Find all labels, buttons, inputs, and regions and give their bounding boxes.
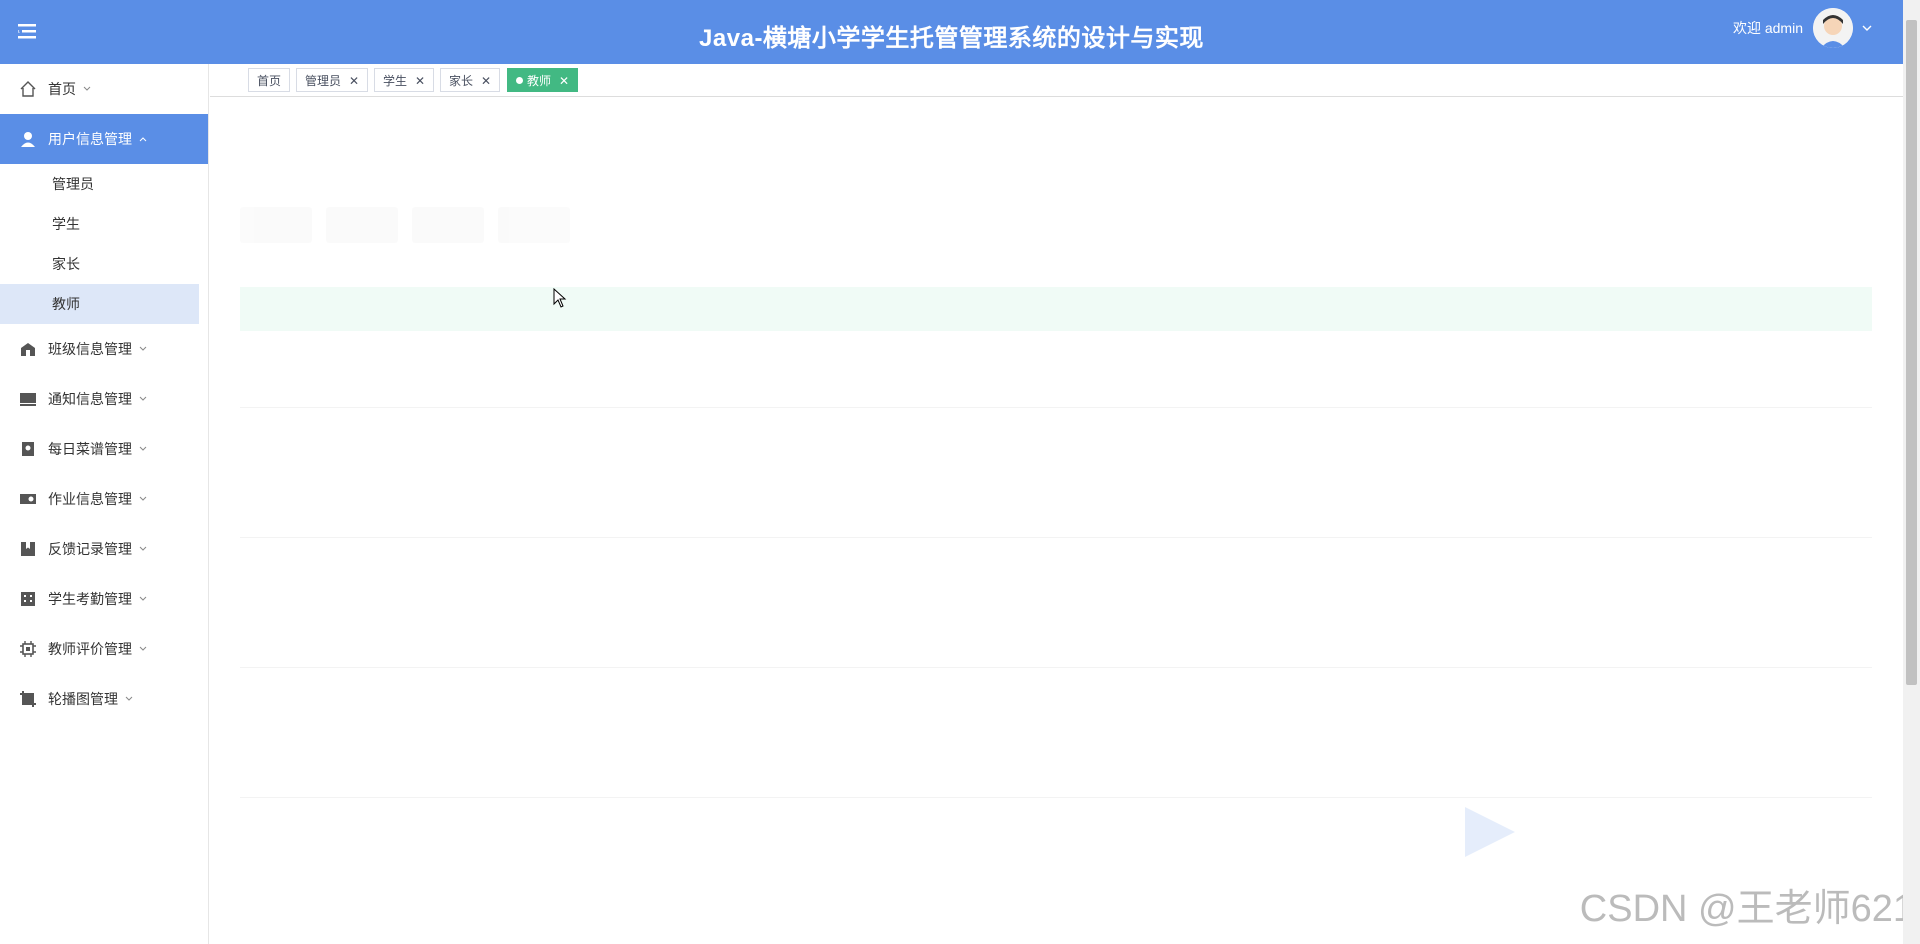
homework-icon: [18, 489, 38, 509]
sidebar-subitem-student[interactable]: 学生: [0, 204, 208, 244]
attendance-icon: [18, 589, 38, 609]
sidebar-subitem-parent[interactable]: 家长: [0, 244, 208, 284]
menu-book-icon: [18, 439, 38, 459]
user-menu[interactable]: 欢迎 admin: [1733, 8, 1873, 48]
loading-logo-icon: [1465, 807, 1515, 857]
sidebar-item-homework[interactable]: 作业信息管理: [0, 474, 208, 524]
tab-teacher[interactable]: 教师 ✕: [507, 68, 579, 92]
close-icon[interactable]: ✕: [415, 74, 425, 88]
mouse-cursor-icon: [553, 288, 567, 308]
faded-table-row: [240, 407, 1872, 408]
sidebar-item-label: 每日菜谱管理: [48, 441, 132, 457]
sidebar-item-carousel[interactable]: 轮播图管理: [0, 674, 208, 724]
sidebar-item-label: 首页: [48, 81, 76, 97]
class-icon: [18, 339, 38, 359]
sidebar: 首页 用户信息管理 管理员 学生 家长 教师 班级信息管理 通知信息管理 每日菜…: [0, 64, 209, 944]
chevron-down-icon[interactable]: [1861, 22, 1873, 34]
chevron-down-icon: [139, 446, 147, 451]
sidebar-item-label: 用户信息管理: [48, 131, 132, 147]
close-icon[interactable]: ✕: [559, 74, 569, 88]
sidebar-subitem-teacher[interactable]: 教师: [0, 284, 199, 324]
welcome-text: 欢迎 admin: [1732, 20, 1803, 36]
sidebar-item-notice[interactable]: 通知信息管理: [0, 374, 208, 424]
tab-label: 家长: [449, 74, 474, 88]
chevron-down-icon: [139, 646, 147, 651]
close-icon[interactable]: ✕: [349, 74, 359, 88]
sidebar-subitem-admin[interactable]: 管理员: [0, 164, 208, 204]
faded-table-row: [240, 797, 1872, 798]
chevron-down-icon: [125, 696, 133, 701]
sidebar-item-label: 教师评价管理: [48, 641, 132, 657]
faded-table-row: [240, 667, 1872, 668]
faded-table-header: [240, 287, 1872, 331]
sidebar-item-class[interactable]: 班级信息管理: [0, 324, 208, 374]
tabs-bar: 首页 管理员 ✕ 学生 ✕ 家长 ✕ 教师 ✕: [210, 64, 1903, 97]
tab-admin[interactable]: 管理员 ✕: [296, 68, 369, 92]
chevron-down-icon: [139, 496, 147, 501]
tab-label: 学生: [383, 74, 408, 88]
chevron-down-icon: [139, 396, 147, 401]
sidebar-item-home[interactable]: 首页: [0, 64, 208, 114]
sidebar-item-label: 班级信息管理: [48, 341, 132, 357]
scroll-thumb[interactable]: [1906, 20, 1917, 685]
user-icon: [18, 129, 38, 149]
sidebar-item-label: 学生考勤管理: [48, 591, 132, 607]
faded-table-row: [240, 537, 1872, 538]
sidebar-item-label: 作业信息管理: [48, 491, 132, 507]
chevron-down-icon: [139, 596, 147, 601]
watermark: CSDN @王老师621: [1579, 888, 1914, 930]
sidebar-item-user-info[interactable]: 用户信息管理: [0, 114, 208, 164]
sidebar-item-label: 通知信息管理: [48, 391, 132, 407]
home-icon: [18, 79, 38, 99]
top-header: Java-横塘小学学生托管管理系统的设计与实现 欢迎 admin: [0, 0, 1903, 64]
tab-label: 管理员: [305, 74, 342, 88]
sidebar-item-label: 轮播图管理: [48, 691, 118, 707]
app-title: Java-横塘小学学生托管管理系统的设计与实现: [699, 25, 1204, 52]
sidebar-item-label: 反馈记录管理: [48, 541, 132, 557]
tab-label: 首页: [257, 74, 282, 88]
main-content: [210, 97, 1903, 944]
close-icon[interactable]: ✕: [481, 74, 491, 88]
notice-icon: [18, 389, 38, 409]
tab-parent[interactable]: 家长 ✕: [440, 68, 501, 92]
chevron-up-icon: [139, 137, 147, 142]
sidebar-item-evaluation[interactable]: 教师评价管理: [0, 624, 208, 674]
tab-student[interactable]: 学生 ✕: [374, 68, 435, 92]
crop-icon: [18, 689, 38, 709]
chevron-down-icon: [83, 86, 91, 91]
scrollbar[interactable]: [1903, 0, 1920, 944]
chevron-down-icon: [139, 546, 147, 551]
faded-action-buttons: [240, 207, 570, 243]
sidebar-item-feedback[interactable]: 反馈记录管理: [0, 524, 208, 574]
avatar[interactable]: [1813, 8, 1853, 48]
sidebar-item-attendance[interactable]: 学生考勤管理: [0, 574, 208, 624]
bookmark-icon: [18, 539, 38, 559]
sidebar-item-menu[interactable]: 每日菜谱管理: [0, 424, 208, 474]
active-dot-icon: [516, 77, 523, 84]
chip-icon: [18, 639, 38, 659]
tab-label: 教师: [527, 74, 552, 88]
chevron-down-icon: [139, 346, 147, 351]
tab-home[interactable]: 首页: [248, 68, 291, 92]
